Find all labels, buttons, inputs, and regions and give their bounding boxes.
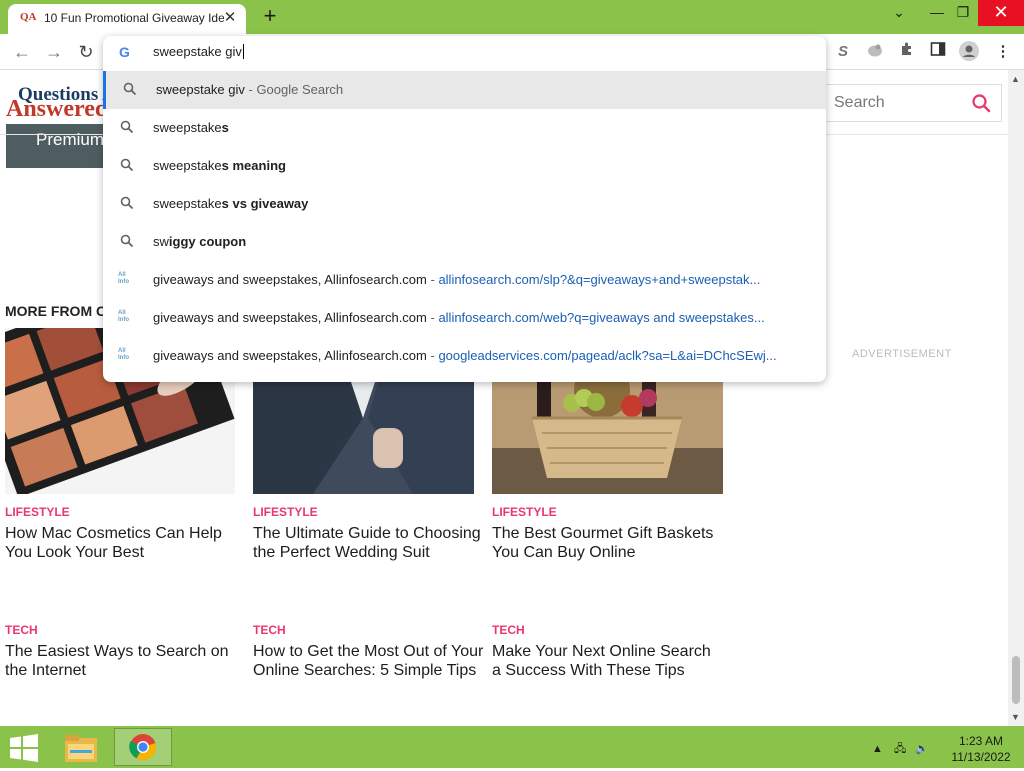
article-title[interactable]: How to Get the Most Out of Your Online S… bbox=[253, 642, 485, 680]
scroll-down-arrow-icon[interactable]: ▼ bbox=[1011, 712, 1020, 722]
article-category[interactable]: TECH bbox=[492, 623, 525, 637]
profile-avatar-icon[interactable] bbox=[958, 41, 980, 63]
article-title[interactable]: The Easiest Ways to Search on the Intern… bbox=[5, 642, 237, 680]
article-category[interactable]: TECH bbox=[253, 623, 286, 637]
premium-banner[interactable]: Premium bbox=[6, 124, 106, 168]
windows-taskbar: ▲ 🖧 🔈 1:23 AM 11/13/2022 bbox=[0, 726, 1024, 768]
allinfosearch-favicon-icon: All Info bbox=[118, 272, 129, 285]
allinfosearch-favicon-icon: All Info bbox=[118, 348, 129, 361]
scrollbar-thumb[interactable] bbox=[1012, 656, 1020, 704]
extension-blob-icon[interactable] bbox=[864, 41, 886, 63]
tab-strip: QA 10 Fun Promotional Giveaway Ide ✕ + ⌄… bbox=[0, 0, 1024, 34]
scroll-up-arrow-icon[interactable]: ▲ bbox=[1011, 74, 1020, 84]
back-arrow-icon[interactable]: ← bbox=[10, 40, 34, 64]
allinfosearch-favicon-icon: All Info bbox=[118, 310, 129, 323]
search-icon bbox=[120, 234, 134, 248]
side-panel-icon[interactable] bbox=[927, 41, 949, 63]
history-suggestion-item[interactable]: All Info giveaways and sweepstakes, Allin… bbox=[103, 337, 826, 375]
page-scrollbar[interactable]: ▲ ▼ bbox=[1008, 70, 1024, 726]
clock-time[interactable]: 1:23 AM bbox=[950, 734, 1012, 748]
system-tray: ▲ 🖧 🔈 bbox=[872, 740, 929, 759]
site-search-input[interactable]: Search bbox=[820, 84, 1002, 122]
new-tab-button[interactable]: + bbox=[258, 5, 282, 29]
start-windows-icon[interactable] bbox=[8, 734, 40, 762]
site-favicon: QA bbox=[20, 11, 37, 23]
close-window-button[interactable]: ✕ bbox=[978, 0, 1024, 26]
chrome-icon bbox=[129, 734, 157, 761]
search-placeholder: Search bbox=[834, 94, 885, 111]
site-logo-answered[interactable]: Answered bbox=[6, 96, 108, 123]
search-icon bbox=[120, 158, 134, 172]
menu-kebab-icon[interactable]: ⋮ bbox=[992, 41, 1014, 63]
search-icon bbox=[120, 196, 134, 210]
article-title[interactable]: How Mac Cosmetics Can Help You Look Your… bbox=[5, 524, 237, 562]
article-title[interactable]: Make Your Next Online Search a Success W… bbox=[492, 642, 724, 680]
advertisement-label: ADVERTISEMENT bbox=[852, 348, 952, 360]
address-bar-input[interactable]: sweepstake giv bbox=[153, 44, 244, 59]
suggestion-item[interactable]: sweepstakes bbox=[103, 109, 826, 147]
omnibox-dropdown: G sweepstake giv sweepstake giv - Google… bbox=[103, 36, 826, 382]
volume-icon[interactable]: 🔈 bbox=[915, 743, 929, 755]
article-category[interactable]: LIFESTYLE bbox=[5, 505, 70, 519]
article-title[interactable]: The Best Gourmet Gift Baskets You Can Bu… bbox=[492, 524, 724, 562]
suggestion-item[interactable]: sweepstakes vs giveaway bbox=[103, 185, 826, 223]
browser-tab[interactable]: QA 10 Fun Promotional Giveaway Ide ✕ bbox=[8, 4, 246, 34]
extensions-puzzle-icon[interactable] bbox=[896, 41, 918, 63]
tray-expand-chevron-up-icon[interactable]: ▲ bbox=[872, 743, 883, 755]
article-title[interactable]: The Ultimate Guide to Choosing the Perfe… bbox=[253, 524, 485, 562]
tab-search-chevron-down-icon[interactable]: ⌄ bbox=[882, 0, 916, 26]
network-icon[interactable]: 🖧 bbox=[894, 743, 906, 755]
tab-title: 10 Fun Promotional Giveaway Ide bbox=[44, 11, 224, 25]
tab-close-icon[interactable]: ✕ bbox=[220, 8, 240, 28]
search-icon bbox=[123, 82, 137, 96]
article-category[interactable]: LIFESTYLE bbox=[253, 505, 318, 519]
file-explorer-icon[interactable] bbox=[60, 730, 102, 766]
search-icon[interactable] bbox=[971, 93, 991, 113]
search-icon bbox=[120, 120, 134, 134]
reload-icon[interactable]: ↻ bbox=[74, 40, 98, 64]
more-from-heading: MORE FROM C bbox=[5, 303, 107, 319]
chrome-taskbar-button[interactable] bbox=[114, 728, 172, 766]
premium-label: Premium bbox=[36, 130, 105, 149]
history-suggestion-item[interactable]: All Info giveaways and sweepstakes, Allin… bbox=[103, 261, 826, 299]
clock-date[interactable]: 11/13/2022 bbox=[946, 750, 1016, 764]
history-suggestion-item[interactable]: All Info giveaways and sweepstakes, Allin… bbox=[103, 299, 826, 337]
forward-arrow-icon[interactable]: → bbox=[42, 40, 66, 64]
restore-button[interactable]: ❐ bbox=[946, 0, 980, 26]
google-g-icon: G bbox=[119, 44, 130, 60]
suggestion-item[interactable]: swiggy coupon bbox=[103, 223, 826, 261]
suggestion-item[interactable]: sweepstake giv - Google Search bbox=[103, 71, 826, 109]
extension-s-icon[interactable]: S bbox=[832, 41, 854, 63]
article-category[interactable]: LIFESTYLE bbox=[492, 505, 557, 519]
article-category[interactable]: TECH bbox=[5, 623, 38, 637]
suggestion-item[interactable]: sweepstakes meaning bbox=[103, 147, 826, 185]
